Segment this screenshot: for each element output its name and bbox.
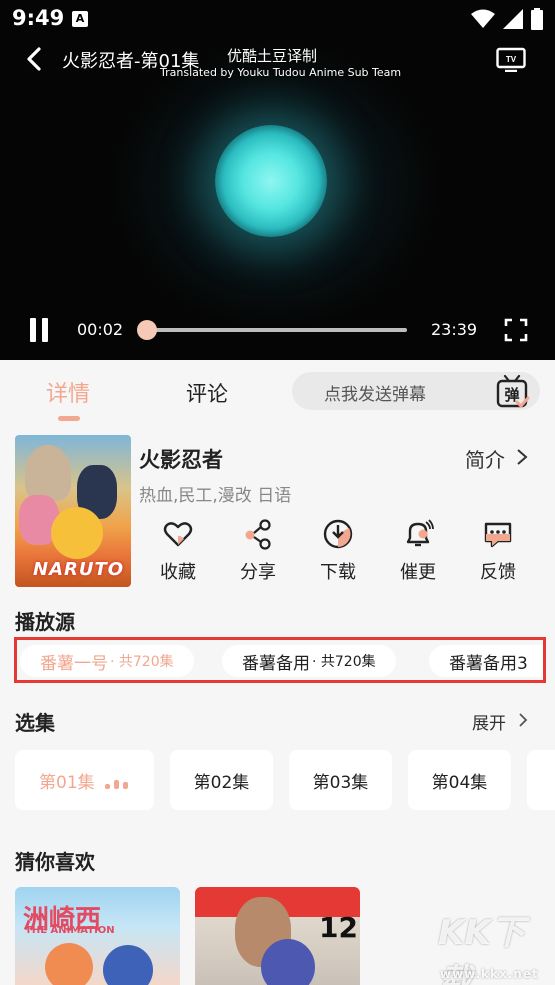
tv-cast-icon[interactable]: TV	[496, 46, 526, 72]
show-tags: 热血,民工,漫改 日语	[139, 486, 292, 506]
watermark: KK下载 www.kkx.net	[438, 905, 553, 985]
episode-item-3[interactable]: 第03集	[289, 750, 392, 810]
episode-item-2[interactable]: 第02集	[170, 750, 273, 810]
show-name: 火影忍者	[139, 448, 223, 472]
detail-panel: 详情 评论 点我发送弹幕 弹 NARUTO 火影忍者 简介 热血,民工,漫改 日…	[0, 360, 555, 985]
download-button[interactable]: 下载	[303, 518, 373, 588]
heart-icon	[163, 522, 193, 547]
recommend-card-1[interactable]: 洲崎西 THE ANIMATION	[15, 887, 180, 985]
progress-track[interactable]	[145, 328, 407, 332]
tab-detail[interactable]: 详情	[46, 376, 90, 408]
source-item-2[interactable]: 番薯备用 · 共720集	[222, 645, 396, 677]
bell-icon	[406, 519, 434, 547]
share-button[interactable]: 分享	[223, 518, 293, 588]
source-item-3[interactable]: 番薯备用3	[429, 645, 543, 677]
system-icons	[471, 8, 543, 30]
battery-icon	[531, 8, 543, 30]
progress-thumb[interactable]	[137, 320, 157, 340]
show-poster[interactable]: NARUTO	[15, 435, 131, 587]
episode-heading: 选集	[15, 711, 55, 735]
video-player[interactable]: 9:49 A 火影忍者-第01集 优酷土豆译制 Translated by Yo…	[0, 0, 555, 360]
current-time: 00:02	[77, 320, 124, 339]
danmaku-icon[interactable]: 弹	[494, 373, 530, 409]
wifi-icon	[471, 9, 495, 28]
source-item-1[interactable]: 番薯一号 · 共720集	[20, 645, 194, 677]
download-icon	[323, 519, 353, 549]
episode-item-4[interactable]: 第04集	[408, 750, 511, 810]
svg-text:TV: TV	[506, 55, 517, 64]
pause-icon[interactable]	[28, 318, 50, 342]
duration: 23:39	[431, 320, 478, 339]
recommend-heading: 猜你喜欢	[15, 850, 95, 874]
poster-logo: NARUTO	[33, 559, 125, 580]
feedback-icon	[484, 522, 512, 548]
episode-item-next[interactable]	[527, 750, 555, 810]
subtitle-credit-en: Translated by Youku Tudou Anime Sub Team	[160, 66, 402, 79]
source-heading: 播放源	[15, 610, 75, 634]
player-controls: 00:02 23:39	[0, 310, 555, 350]
chevron-right-icon[interactable]	[518, 712, 528, 728]
playing-indicator-icon	[105, 780, 128, 789]
danmaku-input[interactable]: 点我发送弹幕 弹	[292, 372, 540, 410]
notification-a-icon: A	[72, 11, 88, 27]
danmaku-placeholder: 点我发送弹幕	[324, 385, 426, 405]
signal-icon	[503, 9, 523, 29]
episode-item-1[interactable]: 第01集	[15, 750, 154, 810]
share-icon	[245, 519, 271, 550]
tab-comment[interactable]: 评论	[186, 378, 228, 408]
favorite-button[interactable]: 收藏	[143, 518, 213, 588]
feedback-button[interactable]: 反馈	[463, 518, 533, 588]
subtitle-credit-cn: 优酷土豆译制	[227, 47, 318, 65]
back-arrow-icon[interactable]	[22, 46, 46, 72]
video-frame-orb	[215, 125, 327, 237]
watermark-url: www.kkx.net	[440, 967, 539, 981]
player-top-bar: 火影忍者-第01集 优酷土豆译制 Translated by Youku Tud…	[0, 40, 555, 80]
intro-link[interactable]: 简介	[465, 444, 505, 473]
action-row: 收藏 分享 下载 催更 反馈	[139, 518, 539, 588]
tab-active-indicator	[58, 416, 80, 421]
remind-button[interactable]: 催更	[383, 518, 453, 588]
recommend-card-2[interactable]: 12	[195, 887, 360, 985]
source-list: 番薯一号 · 共720集 番薯备用 · 共720集 番薯备用3	[14, 637, 546, 683]
chevron-right-icon[interactable]	[516, 448, 528, 466]
fullscreen-icon[interactable]	[504, 318, 528, 342]
status-bar: 9:49 A	[0, 0, 555, 38]
expand-episodes[interactable]: 展开	[472, 709, 506, 734]
status-time: 9:49	[12, 6, 65, 30]
